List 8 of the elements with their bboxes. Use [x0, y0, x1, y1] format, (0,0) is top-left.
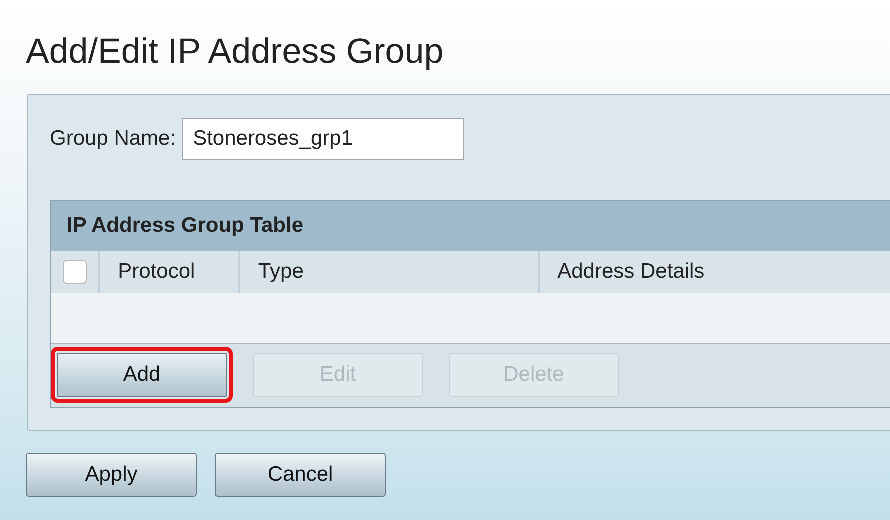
highlighted-button[interactable]: Add	[51, 347, 233, 403]
form-button[interactable]: Apply	[26, 453, 197, 497]
page-title: Add/Edit IP Address Group	[26, 31, 445, 73]
select-all-checkbox[interactable]	[63, 260, 87, 284]
form-button[interactable]: Cancel	[215, 453, 386, 497]
table-title: IP Address Group Table	[51, 201, 890, 251]
group-name-field[interactable]: Stoneroses_grp1	[182, 118, 464, 160]
group-name-label: Group Name:	[50, 127, 176, 151]
